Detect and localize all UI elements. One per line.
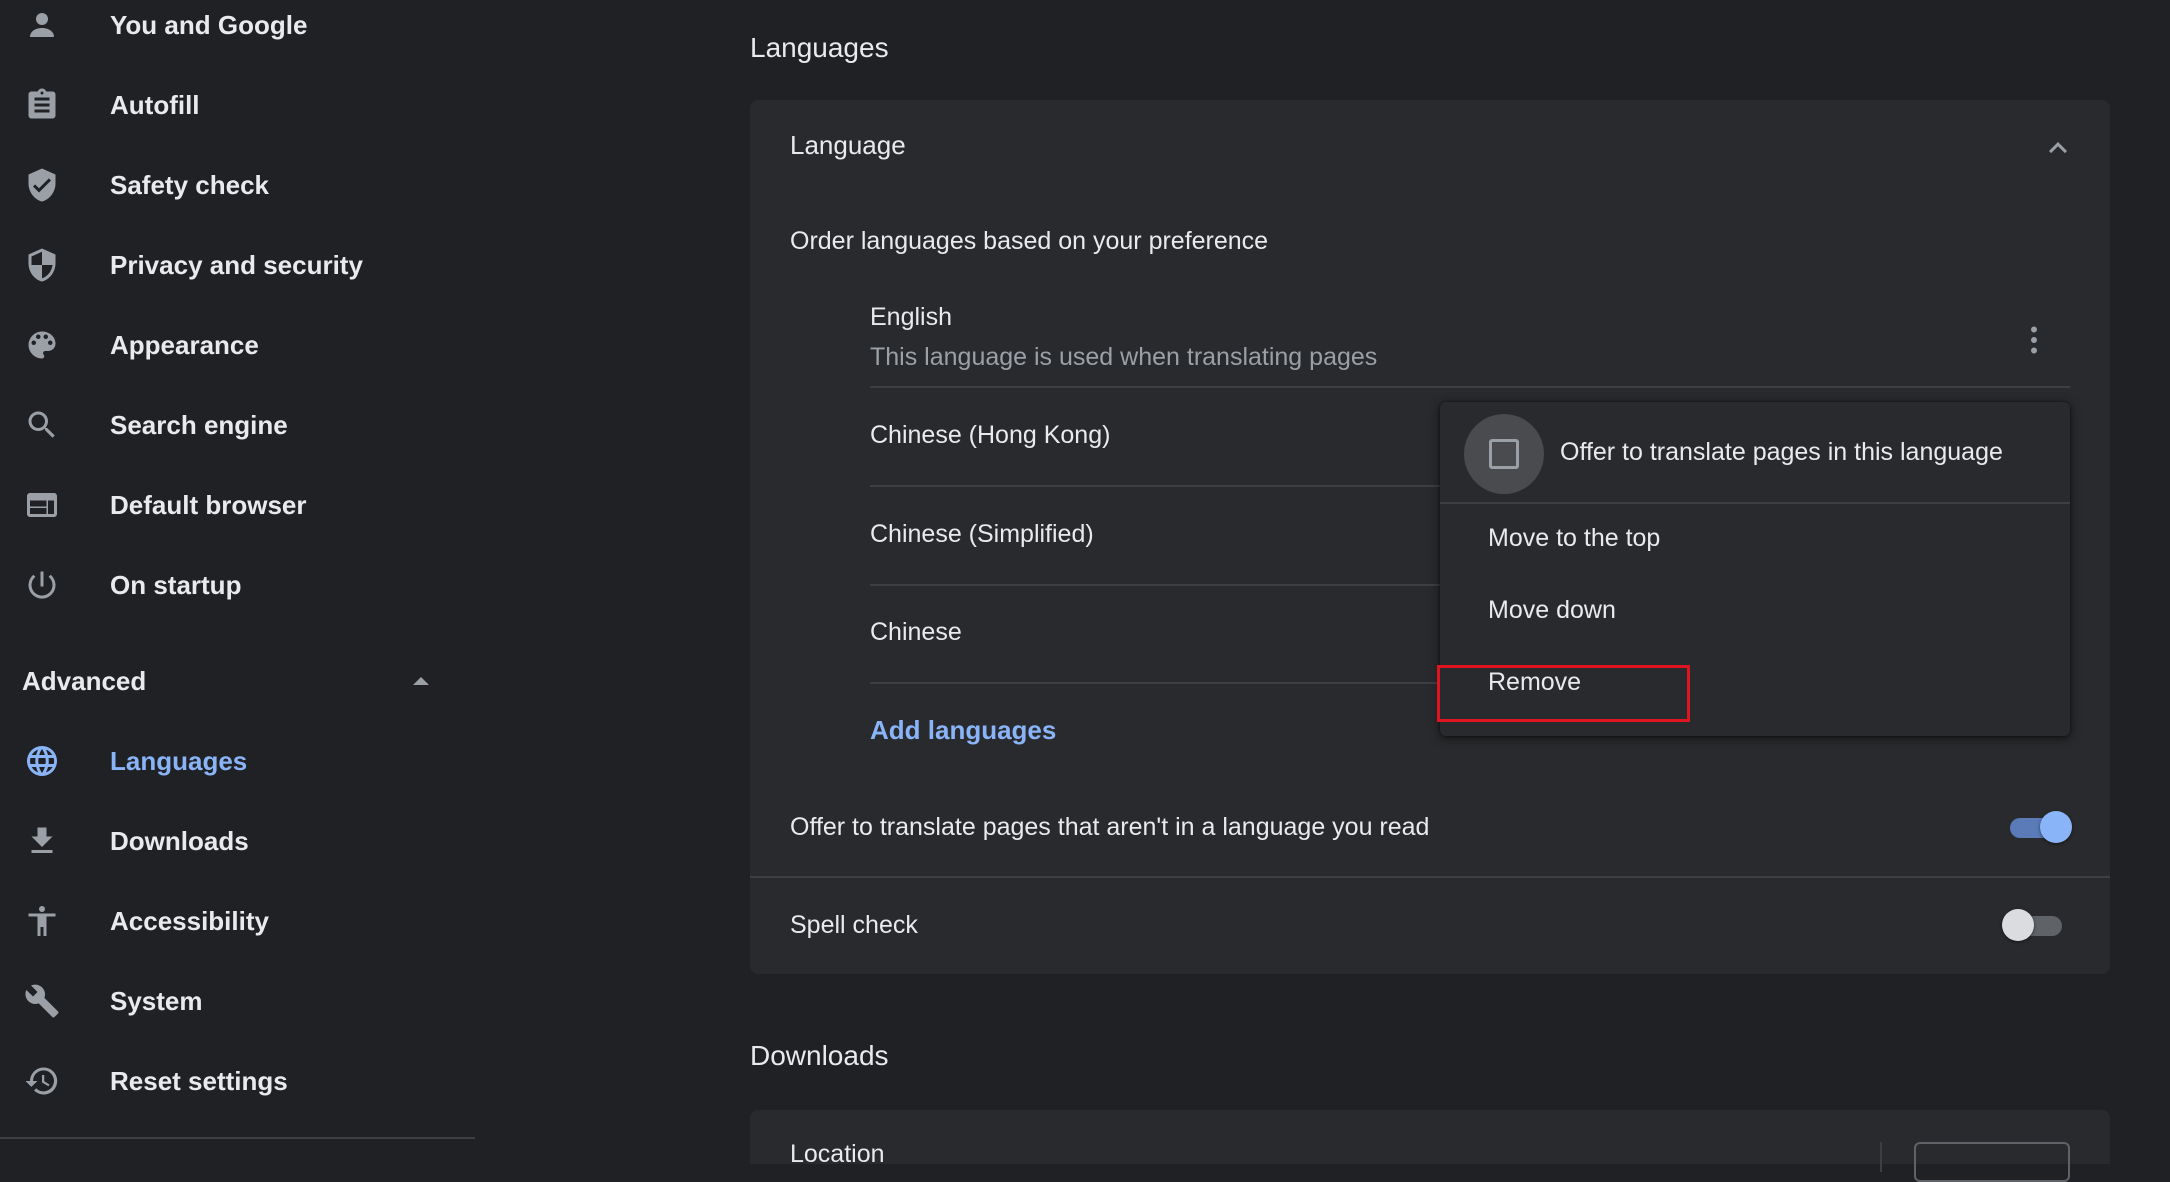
row-divider — [750, 876, 2110, 878]
wrench-icon — [24, 983, 60, 1019]
language-name-chinese-simplified: Chinese (Simplified) — [870, 520, 1094, 548]
browser-window-icon — [24, 487, 60, 523]
menu-item-move-down[interactable]: Move down — [1488, 596, 1616, 625]
remove-highlight-box — [1437, 665, 1690, 722]
sidebar-item-on-startup[interactable]: On startup — [0, 553, 475, 617]
chevron-up-icon[interactable] — [2040, 130, 2076, 166]
sidebar-item-privacy-and-security[interactable]: Privacy and security — [0, 233, 475, 297]
sidebar-item-default-browser[interactable]: Default browser — [0, 473, 475, 537]
shield-half-icon — [24, 247, 60, 283]
toggle-knob — [2002, 909, 2034, 941]
palette-icon — [24, 327, 60, 363]
sidebar-item-search-engine[interactable]: Search engine — [0, 393, 475, 457]
sidebar-item-label: Downloads — [110, 825, 249, 856]
sidebar-item-label: Privacy and security — [110, 249, 363, 280]
sidebar-item-you-and-google[interactable]: You and Google — [0, 0, 475, 57]
sidebar-item-safety-check[interactable]: Safety check — [0, 153, 475, 217]
downloads-card: Location — [750, 1110, 2110, 1168]
sidebar-item-label: You and Google — [110, 9, 308, 40]
sidebar-divider — [0, 1137, 475, 1139]
sidebar-item-label: Autofill — [110, 89, 200, 120]
sidebar-item-downloads[interactable]: Downloads — [0, 809, 475, 873]
sidebar-item-label: On startup — [110, 569, 242, 600]
sidebar-item-label: Languages — [110, 745, 248, 776]
sidebar-item-autofill[interactable]: Autofill — [0, 73, 475, 137]
sidebar-item-label: Appearance — [110, 329, 259, 360]
sidebar-item-languages[interactable]: Languages — [0, 729, 475, 793]
location-label: Location — [790, 1140, 885, 1168]
downloads-section-title: Downloads — [750, 1040, 889, 1071]
menu-divider — [1440, 502, 2070, 504]
caret-up-icon — [413, 677, 429, 685]
change-location-button[interactable] — [1914, 1142, 2070, 1182]
sidebar-item-label: System — [110, 985, 203, 1016]
languages-section-title: Languages — [750, 32, 889, 63]
globe-icon — [24, 743, 60, 779]
spell-check-toggle[interactable] — [2002, 907, 2068, 943]
sidebar-item-system[interactable]: System — [0, 969, 475, 1033]
download-icon — [24, 823, 60, 859]
language-name-english: English — [870, 303, 952, 331]
vertical-separator — [1880, 1142, 1882, 1172]
advanced-section-toggle[interactable]: Advanced — [0, 650, 440, 712]
search-icon — [24, 407, 60, 443]
order-languages-text: Order languages based on your preference — [790, 227, 1269, 255]
sidebar-item-label: Search engine — [110, 409, 288, 440]
menu-item-offer-translate[interactable]: Offer to translate pages in this languag… — [1560, 438, 2003, 467]
clipboard-icon — [24, 87, 60, 123]
person-icon — [24, 7, 60, 43]
row-divider — [870, 386, 2070, 388]
sidebar-item-reset-settings[interactable]: Reset settings — [0, 1049, 475, 1113]
spell-check-label: Spell check — [790, 911, 918, 939]
language-name-chinese: Chinese — [870, 618, 962, 646]
advanced-label: Advanced — [22, 665, 147, 696]
toggle-knob — [2040, 811, 2072, 843]
shield-check-icon — [24, 167, 60, 203]
sidebar-item-appearance[interactable]: Appearance — [0, 313, 475, 377]
offer-translate-toggle[interactable] — [2006, 809, 2072, 845]
more-actions-icon[interactable] — [2014, 320, 2054, 360]
restore-icon — [24, 1063, 60, 1099]
language-name-chinese-hong-kong: Chinese (Hong Kong) — [870, 421, 1111, 449]
add-languages-link[interactable]: Add languages — [870, 715, 1056, 746]
sidebar-item-label: Safety check — [110, 169, 269, 200]
offer-translate-label: Offer to translate pages that aren't in … — [790, 813, 1430, 841]
language-card-header: Language — [790, 130, 906, 160]
offer-translate-checkbox[interactable] — [1464, 414, 1544, 494]
sidebar-item-label: Accessibility — [110, 905, 269, 936]
accessibility-icon — [24, 903, 60, 939]
settings-sidebar: You and Google Autofill Safety check Pri… — [0, 0, 475, 1164]
sidebar-item-label: Default browser — [110, 489, 307, 520]
power-icon — [24, 567, 60, 603]
sidebar-item-label: Reset settings — [110, 1065, 288, 1096]
menu-item-move-to-top[interactable]: Move to the top — [1488, 524, 1660, 553]
language-subtext: This language is used when translating p… — [870, 343, 1378, 371]
checkbox-box — [1489, 439, 1519, 469]
sidebar-item-accessibility[interactable]: Accessibility — [0, 889, 475, 953]
